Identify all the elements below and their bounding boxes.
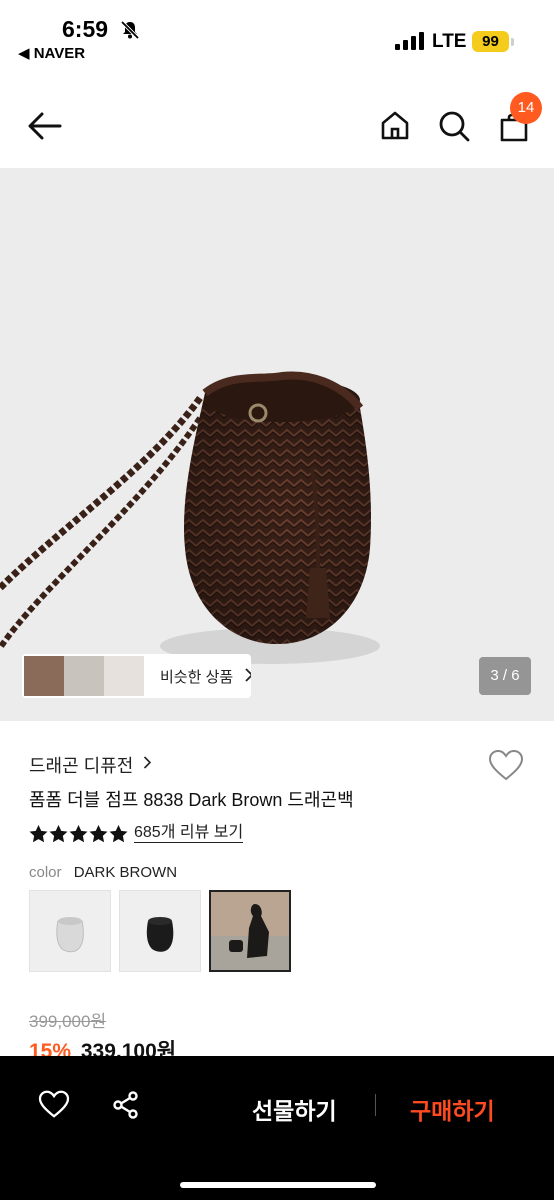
cart-count-badge: 14 <box>510 92 542 124</box>
wishlist-heart-icon[interactable] <box>488 749 524 781</box>
star-icon <box>29 824 48 842</box>
product-name: 폼폼 더블 점프 8838 Dark Brown 드래곤백 <box>29 790 354 810</box>
similar-products-thumbnails <box>24 656 144 696</box>
app-header <box>0 80 554 168</box>
rating-row: 685개 리뷰 보기 <box>29 824 244 843</box>
chevron-right-icon <box>143 756 151 769</box>
back-to-app-link[interactable]: ◀ NAVER <box>18 44 85 62</box>
black-bag-thumbnail <box>120 891 200 971</box>
network-type: LTE <box>432 31 467 52</box>
button-divider <box>375 1094 376 1116</box>
signal-icon <box>395 32 424 50</box>
home-indicator[interactable] <box>180 1182 376 1188</box>
color-option-black[interactable] <box>119 890 201 972</box>
home-icon[interactable] <box>380 110 410 140</box>
search-icon[interactable] <box>438 110 470 142</box>
buy-button[interactable]: 구매하기 <box>410 1092 495 1126</box>
share-icon[interactable] <box>112 1091 140 1119</box>
model-wearing-bag-thumbnail <box>211 892 289 970</box>
image-pager: 3 / 6 <box>479 657 531 695</box>
heart-icon[interactable] <box>38 1090 70 1118</box>
back-arrow-icon[interactable] <box>28 112 62 140</box>
color-row: color DARK BROWN <box>29 864 177 881</box>
review-link[interactable]: 685개 리뷰 보기 <box>134 824 244 843</box>
battery-tip <box>511 38 514 46</box>
bell-muted-icon <box>120 20 140 40</box>
product-image-gallery[interactable]: 비슷한 상품 3 / 6 <box>0 168 554 721</box>
star-icon <box>69 824 88 842</box>
gift-button[interactable]: 선물하기 <box>252 1092 337 1126</box>
purchase-bar: 선물하기 구매하기 <box>0 1056 554 1200</box>
star-icon <box>89 824 108 842</box>
chevron-right-icon <box>245 668 251 682</box>
star-icon <box>49 824 68 842</box>
product-photo-bucket-bag <box>0 371 380 664</box>
status-bar: 6:59 ◀ NAVER LTE 99 <box>0 0 554 70</box>
battery-icon: 99 <box>472 31 509 52</box>
color-option-dark-brown-selected[interactable] <box>209 890 291 972</box>
brand-link[interactable]: 드래곤 디퓨전 <box>29 752 133 778</box>
color-value: DARK BROWN <box>73 864 178 881</box>
color-label: color <box>29 864 62 881</box>
status-time: 6:59 <box>62 16 109 42</box>
rating-stars <box>29 824 128 843</box>
similar-products-button[interactable]: 비슷한 상품 <box>22 654 251 698</box>
white-bag-thumbnail <box>30 891 110 971</box>
color-option-white[interactable] <box>29 890 111 972</box>
star-icon <box>109 824 128 842</box>
similar-products-label: 비슷한 상품 <box>160 669 234 686</box>
original-price: 399,000원 <box>29 1012 107 1031</box>
